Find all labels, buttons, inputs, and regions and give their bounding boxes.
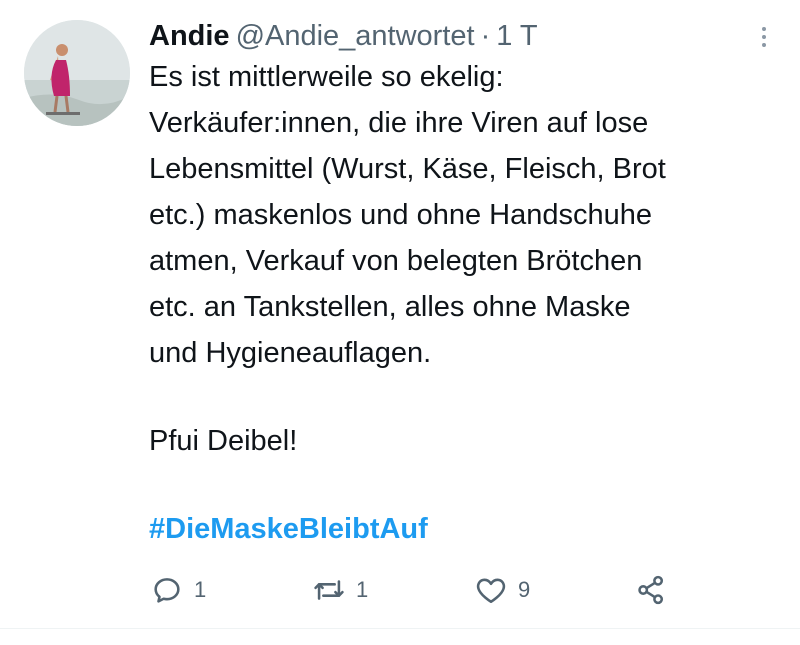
avatar-photo-icon xyxy=(24,20,130,126)
tweet-timestamp[interactable]: 1 T xyxy=(496,20,537,52)
divider xyxy=(0,628,800,629)
tweet-text-line: Es ist mittlerweile so ekelig: xyxy=(149,61,504,93)
reply-button[interactable]: 1 xyxy=(150,568,206,612)
author-name[interactable]: Andie xyxy=(149,20,230,52)
tweet-header: Andie @Andie_antwortet · 1 T xyxy=(149,18,538,54)
author-handle[interactable]: @Andie_antwortet xyxy=(236,20,475,52)
tweet-closing-text: Pfui Deibel! xyxy=(149,425,298,457)
retweet-count: 1 xyxy=(356,577,369,602)
tweet-text-line: Verkäufer:innen, die ihre Viren auf lose xyxy=(149,107,649,139)
like-count: 9 xyxy=(518,577,531,602)
retweet-button[interactable]: 1 xyxy=(312,568,368,612)
retweet-icon xyxy=(314,580,344,600)
reply-icon xyxy=(154,578,180,603)
tweet-card: Andie @Andie_antwortet · 1 T Es ist mittler… xyxy=(0,0,800,645)
reply-count: 1 xyxy=(194,577,207,602)
tweet-text-line: Lebensmittel (Wurst, Käse, Fleisch, Brot xyxy=(149,153,666,185)
separator-dot: · xyxy=(480,20,491,52)
heart-icon xyxy=(476,578,506,604)
action-bar: 1 1 9 xyxy=(0,568,800,612)
tweet-text-line: atmen, Verkauf von belegten Brötchen xyxy=(149,245,643,277)
hashtag-link[interactable]: #DieMaskeBleibtAuf xyxy=(149,506,428,552)
share-button[interactable] xyxy=(634,568,668,612)
more-dots-icon[interactable] xyxy=(754,22,774,52)
like-button[interactable]: 9 xyxy=(474,568,530,612)
tweet-text-line: und Hygieneauflagen. xyxy=(149,337,432,369)
share-icon xyxy=(638,575,664,605)
tweet-text-line: etc. an Tankstellen, alles ohne Maske xyxy=(149,291,631,323)
avatar[interactable] xyxy=(24,20,130,126)
tweet-text-line: etc.) maskenlos und ohne Handschuhe xyxy=(149,199,652,231)
